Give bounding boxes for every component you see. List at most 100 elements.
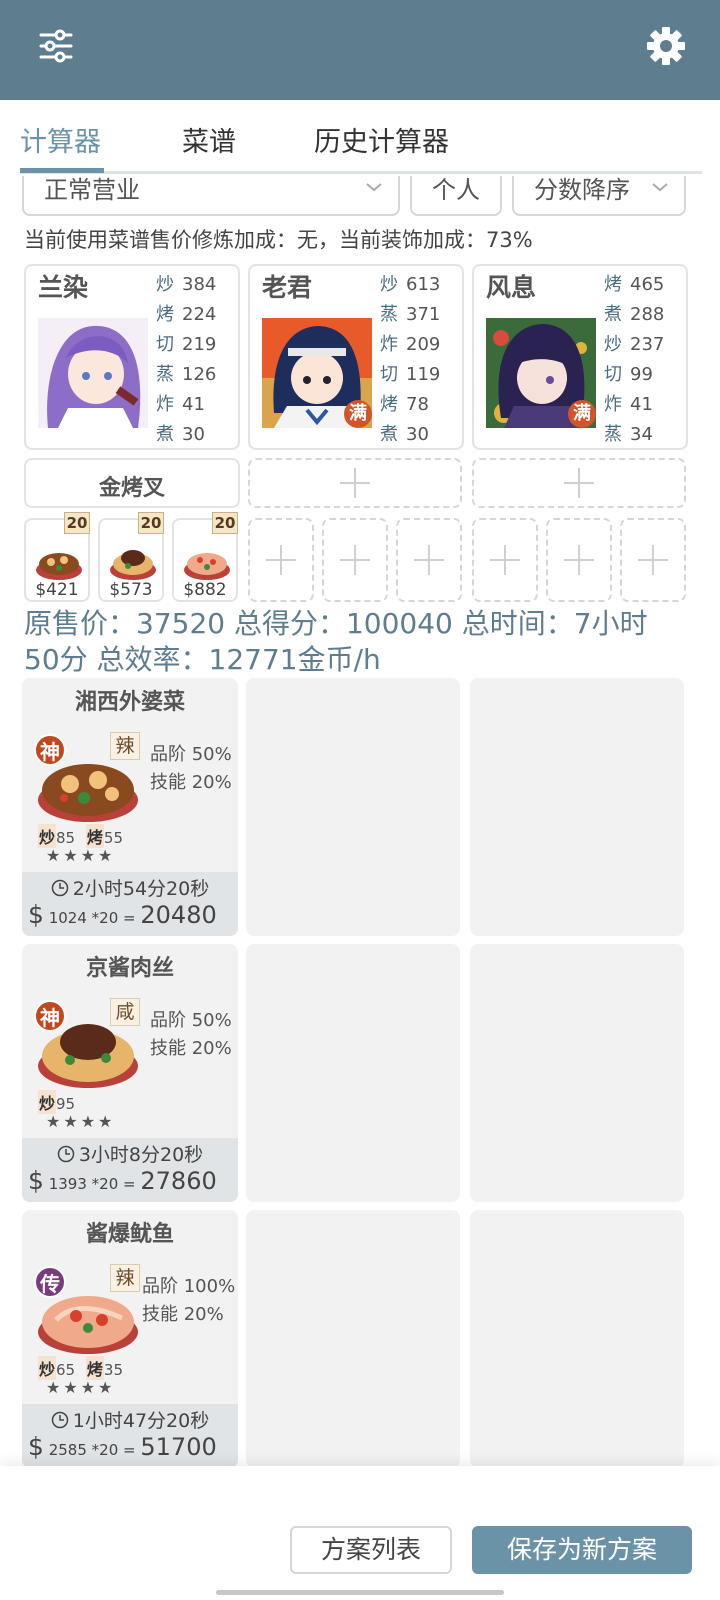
star-rating: ★★★★ <box>46 1378 116 1397</box>
recipe-name: 湘西外婆菜 <box>74 690 185 715</box>
plan-list-button[interactable]: 方案列表 <box>290 1526 452 1574</box>
dish-quantity: 20 <box>138 512 164 534</box>
tab-bar: 计算器 菜谱 历史计算器 <box>0 100 720 174</box>
recipe-card[interactable]: 酱爆鱿鱼 传 辣 品阶 100% 技能 20% 炒65 烤35 ★★★★ 1小时… <box>22 1210 238 1468</box>
chef-card[interactable]: 兰染 炒 384 烤 224 切 219 蒸 126 炸 41 煮 30 <box>24 264 240 450</box>
add-dish-button[interactable] <box>472 518 538 602</box>
chef-skill-list: 炒 613 蒸 371 炸 209 切 119 烤 78 煮 30 <box>380 274 441 445</box>
calculation-summary: 原售价：37520 总得分：100040 总时间：7小时 50分 总效率：127… <box>24 606 704 678</box>
dish-quantity: 20 <box>212 512 238 534</box>
dish-slot[interactable]: 20 $421 <box>24 512 90 602</box>
sort-value: 分数降序 <box>534 176 630 204</box>
recipe-footer: 2小时54分20秒 $ 1024 *20 = 20480 <box>22 872 238 936</box>
recipe-price-calc: $ 1024 *20 = 20480 <box>28 900 217 929</box>
chef-skill-list: 烤 465 煮 288 炒 237 切 99 炸 41 蒸 34 <box>604 274 665 445</box>
quality-bonus: 品阶 50% <box>150 744 232 765</box>
dish-slot[interactable]: 20 $882 <box>172 512 238 602</box>
dish-image <box>36 553 82 580</box>
tab-history-calculator[interactable]: 历史计算器 <box>314 120 449 159</box>
skill-requirements: 炒95 <box>38 1090 75 1114</box>
scope-select[interactable]: 个人 <box>410 176 502 216</box>
clock-icon <box>51 879 69 897</box>
add-dish-button[interactable] <box>546 518 612 602</box>
skill-requirements: 炒65 烤35 <box>38 1356 123 1380</box>
dish-image <box>110 550 156 580</box>
scope-value: 个人 <box>432 176 480 204</box>
business-mode-select[interactable]: 正常营业 <box>22 176 400 216</box>
add-dish-button[interactable] <box>248 518 314 602</box>
chef-card[interactable]: 风息 满 烤 465 煮 288 炒 237 切 99 炸 41 蒸 34 <box>472 264 688 450</box>
clock-icon <box>57 1145 75 1163</box>
empty-recipe-slot[interactable] <box>470 678 684 936</box>
plus-icon <box>340 545 370 575</box>
empty-recipe-slot[interactable] <box>246 944 460 1202</box>
plus-icon <box>414 545 444 575</box>
add-equipment-button[interactable] <box>248 458 462 508</box>
app-header <box>0 0 720 100</box>
tab-calculator[interactable]: 计算器 <box>20 120 101 159</box>
tab-recipes[interactable]: 菜谱 <box>182 120 236 159</box>
summary-line: 原售价：37520 总得分：100040 总时间：7小时 <box>24 607 648 640</box>
equipment-slot[interactable]: 金烤叉 <box>24 458 240 508</box>
rarity-badge: 神 <box>34 734 66 766</box>
plus-icon <box>340 468 370 498</box>
equipment-name: 金烤叉 <box>98 476 165 501</box>
business-mode-value: 正常营业 <box>44 176 140 204</box>
dish-price: $882 <box>183 580 227 600</box>
cook-time: 1小时47分20秒 <box>22 1406 238 1433</box>
sliders-icon[interactable] <box>36 26 76 66</box>
dish-price: $421 <box>35 580 79 600</box>
empty-recipe-slot[interactable] <box>470 944 684 1202</box>
plus-icon <box>490 545 520 575</box>
chef-card[interactable]: 老君 满 炒 613 蒸 371 炸 209 切 119 烤 78 煮 30 <box>248 264 464 450</box>
dish-quantity: 20 <box>64 512 90 534</box>
dish-slot[interactable]: 20 $573 <box>98 512 164 602</box>
chef-name: 风息 <box>486 273 537 302</box>
home-indicator[interactable] <box>216 1590 504 1595</box>
recipe-name: 酱爆鱿鱼 <box>85 1222 174 1247</box>
add-dish-button[interactable] <box>322 518 388 602</box>
cook-time: 3小时8分20秒 <box>22 1140 238 1167</box>
plus-icon <box>266 545 296 575</box>
cook-time: 2小时54分20秒 <box>22 874 238 901</box>
star-rating: ★★★★ <box>46 1112 116 1131</box>
clock-icon <box>51 1411 69 1429</box>
star-rating: ★★★★ <box>46 846 116 865</box>
recipe-card[interactable]: 京酱肉丝 神 咸 品阶 50% 技能 20% 炒95 ★★★★ 3小时8分20秒… <box>22 944 238 1202</box>
taste-tag: 辣 <box>110 1264 140 1292</box>
add-dish-button[interactable] <box>396 518 462 602</box>
recipe-price-calc: $ 1393 *20 = 27860 <box>28 1166 217 1195</box>
tab-divider <box>20 171 702 174</box>
skill-requirements: 炒85 烤55 <box>38 824 123 848</box>
gear-icon[interactable] <box>646 26 686 66</box>
plus-icon <box>638 545 668 575</box>
empty-recipe-slot[interactable] <box>470 1210 684 1468</box>
add-equipment-button[interactable] <box>472 458 686 508</box>
rarity-badge: 传 <box>34 1266 66 1298</box>
recipe-footer: 3小时8分20秒 $ 1393 *20 = 27860 <box>22 1138 238 1202</box>
taste-tag: 咸 <box>110 998 140 1026</box>
recipe-card[interactable]: 湘西外婆菜 神 辣 品阶 50% 技能 20% 炒85 烤55 ★★★★ 2小时… <box>22 678 238 936</box>
empty-recipe-slot[interactable] <box>246 678 460 936</box>
quality-bonus: 品阶 50% <box>150 1010 232 1031</box>
bonus-note: 当前使用菜谱售价修炼加成：无，当前装饰加成：73% <box>24 228 533 252</box>
chef-avatar <box>38 318 148 428</box>
taste-tag: 辣 <box>110 732 140 760</box>
skill-bonus: 技能 20% <box>150 772 232 793</box>
empty-recipe-slot[interactable] <box>246 1210 460 1468</box>
chef-name: 兰染 <box>38 273 89 302</box>
recipe-price-calc: $ 2585 *20 = 51700 <box>28 1432 217 1461</box>
skill-bonus: 技能 20% <box>150 1038 232 1059</box>
chef-skill-list: 炒 384 烤 224 切 219 蒸 126 炸 41 煮 30 <box>156 274 217 445</box>
full-level-badge: 满 <box>568 400 596 428</box>
full-level-badge: 满 <box>344 400 372 428</box>
plus-icon <box>564 545 594 575</box>
tab-active-indicator <box>20 168 104 173</box>
save-new-plan-button[interactable]: 保存为新方案 <box>472 1526 692 1574</box>
add-dish-button[interactable] <box>620 518 686 602</box>
sort-select[interactable]: 分数降序 <box>512 176 686 216</box>
dish-price: $573 <box>109 580 153 600</box>
recipe-footer: 1小时47分20秒 $ 2585 *20 = 51700 <box>22 1404 238 1468</box>
quality-bonus: 品阶 100% <box>142 1276 236 1297</box>
skill-bonus: 技能 20% <box>142 1304 224 1325</box>
